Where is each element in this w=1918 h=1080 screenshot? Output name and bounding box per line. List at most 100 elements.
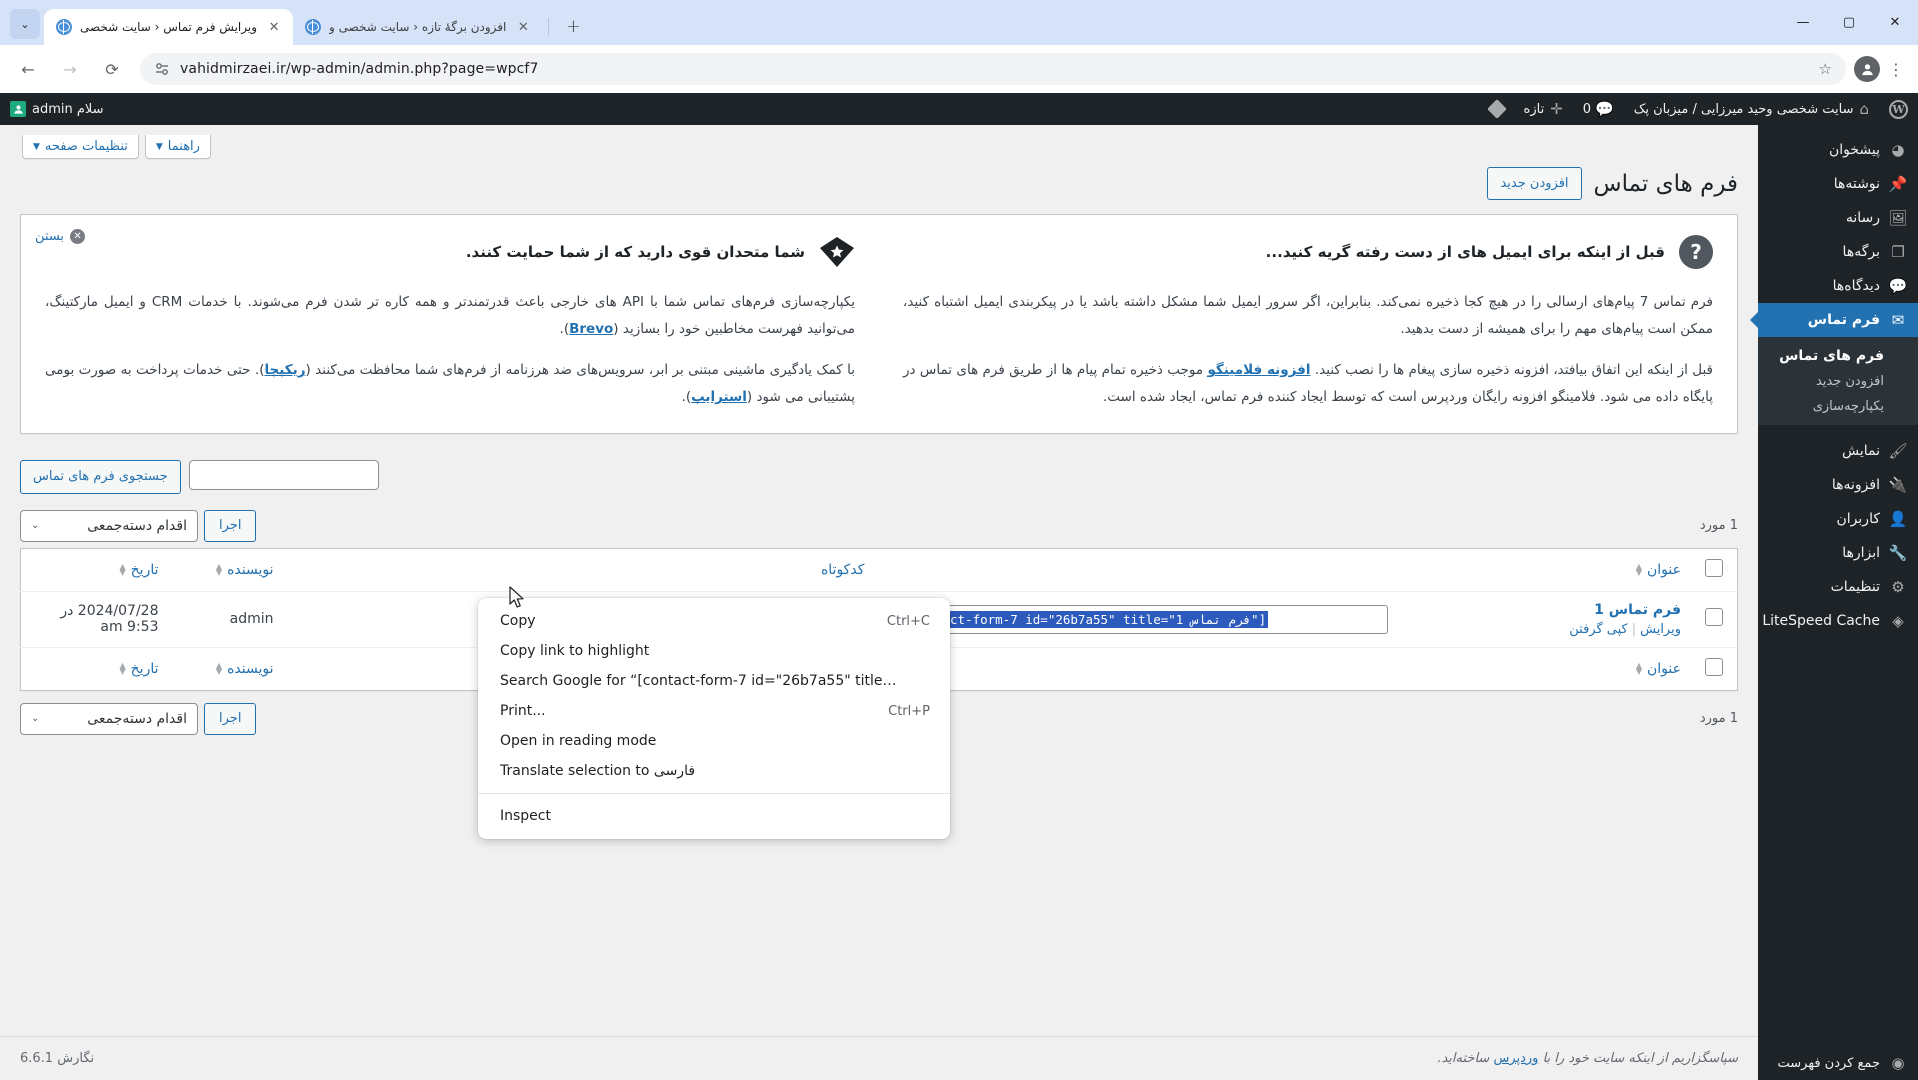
footer-text: ساخته‌اید. [1437,1051,1494,1066]
profile-avatar[interactable] [1854,56,1880,82]
new-content-button[interactable]: ✛ تازه [1514,93,1573,125]
site-name-button[interactable]: ⌂ سایت شخصی وحید میرزایی / میزبان پک [1624,93,1879,125]
edit-link[interactable]: ویرایش [1640,622,1681,637]
page-title: فرم های تماس [1593,170,1738,197]
sidebar-item-label: LiteSpeed Cache [1762,613,1880,629]
footer-text: سپاسگزاریم از اینکه سایت خود را با [1538,1051,1738,1066]
reload-icon[interactable]: ⟳ [96,53,128,85]
comments-button[interactable]: 💬 0 [1573,93,1624,125]
plugin-badge-button[interactable] [1480,93,1514,125]
recaptcha-link[interactable]: ریکپچا [264,362,305,378]
brevo-link[interactable]: Brevo [569,321,613,337]
collapse-menu-button[interactable]: ◉ جمع کردن فهرست [1758,1046,1918,1080]
select-all-checkbox[interactable] [1705,558,1723,577]
close-window-icon[interactable]: ✕ [1872,3,1918,43]
maximize-icon[interactable]: ▢ [1826,3,1872,43]
close-icon[interactable]: ✕ [265,18,283,36]
wordpress-link[interactable]: وردپرس [1493,1051,1538,1066]
sidebar-item-contact-form[interactable]: ✉ فرم تماس [1758,303,1918,337]
flamingo-plugin-link[interactable]: افزونه فلامینگو [1207,362,1310,378]
column-footer-title[interactable]: عنوان ▲ ▼ [1399,646,1693,691]
tab-search-chevron-icon[interactable]: ⌄ [10,9,40,39]
sidebar-subitem-add-new[interactable]: افزودن جدید [1758,369,1918,394]
sidebar-item-label: افزونه‌ها [1831,477,1880,493]
shortcode-input[interactable]: [contact-form-7 id="26b7a55" title="فرم … [895,604,1388,634]
sort-date-footer[interactable]: تاریخ ▲ ▼ [119,661,158,677]
stripe-link[interactable]: استرایپ [691,389,747,405]
sidebar-subitem-contact-forms[interactable]: فرم های تماس [1758,343,1918,369]
sort-author[interactable]: نویسنده ▲ ▼ [216,562,274,578]
address-bar[interactable]: vahidmirzaei.ir/wp-admin/admin.php?page=… [140,53,1846,85]
bulk-action-select-bottom[interactable]: اقدام دسته‌جمعی ⌄ [20,702,198,735]
sidebar-item-dashboard[interactable]: ◕ پیشخوان [1758,133,1918,167]
welcome-notice: ✕ بستن ? قبل از اینکه برای ایمیل های از … [20,214,1738,435]
sort-arrows-icon: ▲ ▼ [215,561,223,577]
sort-author-footer[interactable]: نویسنده ▲ ▼ [216,661,274,677]
help-tab[interactable]: راهنما ▼ [144,135,211,159]
column-header-shortcode: کدکوتاه [285,548,1400,592]
search-form: جستجوی فرم های تماس [20,460,1738,494]
page-header: فرم های تماس افزودن جدید [20,167,1738,201]
row-checkbox[interactable] [1705,608,1723,627]
sidebar-item-appearance[interactable]: 🖌 نمایش [1758,434,1918,468]
column-header-author[interactable]: نویسنده ▲ ▼ [170,548,286,592]
star-icon[interactable]: ☆ [1819,60,1832,78]
chevron-down-icon: ⌄ [31,520,40,532]
bulk-action-select-top[interactable]: اقدام دسته‌جمعی ⌄ [20,509,198,542]
sidebar-item-plugins[interactable]: 🔌 افزونه‌ها [1758,468,1918,502]
sort-arrows-icon: ▲ ▼ [215,660,223,676]
url-text: vahidmirzaei.ir/wp-admin/admin.php?page=… [180,61,539,77]
bulk-actions-group-bottom: اجرا اقدام دسته‌جمعی ⌄ [20,702,257,735]
sort-title[interactable]: عنوان ▲ ▼ [1636,562,1681,578]
context-menu-item-reading-mode[interactable]: Open in reading mode [478,726,950,756]
sidebar-item-users[interactable]: 👤 کاربران [1758,502,1918,536]
back-icon[interactable]: ← [12,53,44,85]
context-menu-item-search-google[interactable]: Search Google for “[contact-form-7 id="2… [478,666,950,696]
close-icon[interactable]: ✕ [514,18,532,36]
column-footer-author[interactable]: نویسنده ▲ ▼ [170,646,286,691]
duplicate-link[interactable]: کپی گرفتن [1569,622,1627,637]
sort-date[interactable]: تاریخ ▲ ▼ [119,562,158,578]
search-input[interactable] [188,460,379,491]
sidebar-item-tools[interactable]: 🔧 ابزارها [1758,536,1918,570]
column-header-date[interactable]: تاریخ ▲ ▼ [20,548,171,592]
forward-icon[interactable]: → [54,53,86,85]
column-footer-date[interactable]: تاریخ ▲ ▼ [20,646,171,691]
apply-button-bottom[interactable]: اجرا [204,702,257,735]
sidebar-item-pages[interactable]: ❐ برگه‌ها [1758,235,1918,269]
form-title-link[interactable]: فرم تماس 1 [1412,602,1681,618]
notice-text: یکپارچه‌سازی فرم‌های تماس شما با API های… [45,294,855,338]
my-account-button[interactable]: سلام admin [0,93,114,125]
sidebar-subitem-integration[interactable]: یکپارچه‌سازی [1758,394,1918,419]
sidebar-item-posts[interactable]: 📌 نوشته‌ها [1758,167,1918,201]
notice-title: قبل از اینکه برای ایمیل های از دست رفته … [1265,243,1665,262]
browser-menu-icon[interactable]: ⋮ [1882,60,1910,79]
add-new-button[interactable]: افزودن جدید [1487,167,1582,201]
browser-tab-active[interactable]: ویرایش فرم تماس ‹ سایت شخصی ✕ [44,9,294,45]
chevron-down-icon: ▼ [155,141,163,152]
diamond-star-icon [819,235,855,269]
sort-title-footer[interactable]: عنوان ▲ ▼ [1636,661,1681,677]
context-menu-item-copy-link-to-highlight[interactable]: Copy link to highlight [478,636,950,666]
plug-icon: 🔌 [1888,476,1908,494]
new-tab-button[interactable]: + [559,12,587,40]
search-submit-button[interactable]: جستجوی فرم های تماس [20,460,181,494]
context-menu-item-translate[interactable]: Translate selection to فارسی [478,756,950,786]
page-info-icon[interactable] [154,61,170,77]
dismiss-notice-button[interactable]: ✕ بستن [35,229,86,245]
screen-options-tab[interactable]: تنظیمات صفحه ▼ [22,135,139,159]
context-menu-item-inspect[interactable]: Inspect [478,801,950,831]
context-menu-item-copy[interactable]: Copy Ctrl+C [478,606,950,636]
minimize-icon[interactable]: — [1780,3,1826,43]
sidebar-item-media[interactable]: 🖼 رسانه [1758,201,1918,235]
wordpress-logo-icon: W [1889,99,1908,119]
context-menu-item-print[interactable]: Print... Ctrl+P [478,696,950,726]
browser-tab-inactive[interactable]: افزودن برگهٔ تازه ‹ سایت شخصی و ✕ [293,9,542,45]
sidebar-item-comments[interactable]: 💬 دیدگاه‌ها [1758,269,1918,303]
sidebar-item-litespeed-cache[interactable]: ◈ LiteSpeed Cache [1758,604,1918,638]
apply-button-top[interactable]: اجرا [204,509,257,542]
select-all-checkbox-footer[interactable] [1705,657,1723,676]
wp-logo-button[interactable]: W [1879,93,1918,125]
column-header-title[interactable]: عنوان ▲ ▼ [1399,548,1693,592]
sidebar-item-settings[interactable]: ⚙ تنظیمات [1758,570,1918,604]
